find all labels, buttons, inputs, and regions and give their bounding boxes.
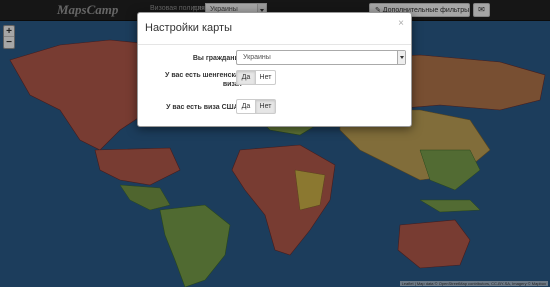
schengen-label: У вас есть шенгенская виза? (165, 72, 243, 88)
chevron-down-icon (397, 51, 405, 64)
close-icon[interactable]: × (398, 18, 404, 29)
usa-yes-button[interactable]: Да (236, 99, 256, 114)
map-settings-modal: Настройки карты × Вы гражданин Украины У… (137, 12, 412, 127)
schengen-no-button[interactable]: Нет (256, 70, 276, 85)
citizen-value: Украины (243, 54, 271, 61)
modal-header: Настройки карты × (138, 13, 411, 45)
schengen-yes-button[interactable]: Да (236, 70, 256, 85)
usa-toggle: Да Нет (236, 99, 276, 114)
schengen-toggle: Да Нет (236, 70, 276, 85)
citizen-select[interactable]: Украины (236, 50, 406, 65)
modal-title: Настройки карты (145, 22, 232, 34)
usa-no-button[interactable]: Нет (256, 99, 276, 114)
usa-label: У вас есть виза США? (166, 104, 243, 111)
